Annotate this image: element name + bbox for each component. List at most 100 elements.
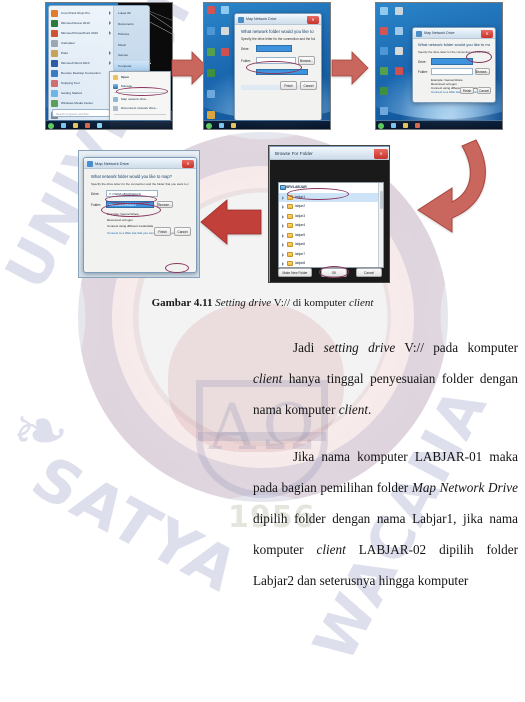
context-menu-item-open[interactable]: Open: [110, 73, 170, 82]
desktop-icon[interactable]: [221, 48, 229, 56]
drive-select[interactable]: V: (\\SRVLABJAR\labjar1): [106, 190, 158, 197]
tree-row-root[interactable]: SRVLABJAR: [279, 183, 383, 193]
tree-row[interactable]: labjar2: [279, 202, 383, 212]
taskbar-icon[interactable]: [97, 123, 102, 128]
desktop-icon[interactable]: [380, 27, 388, 35]
finish-button[interactable]: Finish: [154, 227, 171, 236]
drive-select[interactable]: [431, 58, 473, 65]
taskbar-icon[interactable]: [61, 123, 66, 128]
taskbar-icon[interactable]: [391, 123, 396, 128]
cancel-button[interactable]: Cancel: [300, 81, 317, 90]
start-menu-search-input[interactable]: Search programs and files: [52, 109, 110, 117]
taskbar-icon[interactable]: [231, 123, 236, 128]
expand-arrow-icon[interactable]: [281, 252, 284, 257]
finish-button[interactable]: Finish: [280, 81, 297, 90]
cancel-button[interactable]: Cancel: [477, 87, 491, 94]
start-menu-item[interactable]: Microsoft PowerPoint 2010: [49, 28, 113, 38]
map-network-drive-window[interactable]: Map Network Drive ✕ What network folder …: [234, 13, 322, 121]
taskbar-icon[interactable]: [415, 123, 420, 128]
taskbar[interactable]: [376, 120, 502, 129]
browse-button[interactable]: Browse...: [474, 68, 490, 75]
desktop-icon[interactable]: [207, 90, 215, 98]
expand-arrow-icon[interactable]: [281, 214, 284, 219]
desktop-icon[interactable]: [395, 67, 403, 75]
desktop-icon[interactable]: [380, 87, 388, 95]
desktop-icon[interactable]: [380, 47, 388, 55]
desktop-icon[interactable]: [221, 6, 229, 14]
window-titlebar[interactable]: Browse For Folder ✕: [270, 147, 389, 160]
start-menu-item[interactable]: Corel Paint Shop Pro: [49, 8, 113, 18]
tree-row[interactable]: labjar6: [279, 240, 383, 250]
cancel-button[interactable]: Cancel: [356, 268, 382, 277]
window-titlebar[interactable]: Map Network Drive ✕: [84, 158, 196, 169]
ok-button[interactable]: OK: [321, 268, 347, 277]
expand-arrow-icon[interactable]: [281, 233, 284, 238]
finish-button[interactable]: Finish: [460, 87, 474, 94]
tree-row[interactable]: labjar5: [279, 231, 383, 241]
desktop-icon[interactable]: [221, 27, 229, 35]
start-menu-item[interactable]: Getting Started: [49, 88, 113, 98]
taskbar-icon[interactable]: [403, 123, 408, 128]
desktop-icon[interactable]: [380, 67, 388, 75]
start-menu-item[interactable]: Microsoft Word 2010: [49, 58, 113, 68]
desktop-icon[interactable]: [395, 27, 403, 35]
context-menu-item-manage[interactable]: Manage: [110, 82, 170, 91]
start-menu-programs-list[interactable]: Corel Paint Shop Pro Microsoft Excel 201…: [49, 6, 113, 120]
tree-row[interactable]: labjar1: [279, 192, 383, 202]
close-icon[interactable]: ✕: [182, 159, 194, 168]
close-icon[interactable]: ✕: [307, 15, 319, 24]
start-orb-icon[interactable]: [378, 123, 384, 129]
desktop-icon[interactable]: [380, 7, 388, 15]
desktop-icon[interactable]: [207, 48, 215, 56]
folder-combobox[interactable]: [430, 68, 473, 75]
folder-dropdown-selected-option[interactable]: [256, 69, 308, 75]
context-menu-item-map-network-drive[interactable]: Map network drive...: [110, 95, 170, 104]
map-network-drive-window[interactable]: Map Network Drive ✕ What network folder …: [412, 27, 496, 103]
tree-scrollbar[interactable]: [378, 183, 383, 267]
taskbar-icon[interactable]: [219, 123, 224, 128]
reconnect-checkbox[interactable]: Reconnect at logon: [107, 218, 189, 222]
browse-button[interactable]: Browse...: [298, 56, 315, 65]
start-menu-place[interactable]: Music: [114, 40, 149, 51]
browse-button[interactable]: Browse...: [157, 201, 173, 208]
start-orb-icon[interactable]: [48, 123, 54, 129]
expand-arrow-icon[interactable]: [281, 205, 284, 209]
tree-row[interactable]: labjar8: [279, 259, 383, 267]
tree-row[interactable]: labjar3: [279, 212, 383, 222]
cancel-button[interactable]: Cancel: [174, 227, 191, 236]
start-menu-place[interactable]: Documents: [114, 19, 149, 30]
taskbar[interactable]: [46, 120, 172, 129]
expand-arrow-icon[interactable]: [281, 195, 284, 200]
start-orb-icon[interactable]: [206, 123, 212, 129]
expand-arrow-icon[interactable]: [281, 224, 284, 228]
context-menu-item-disconnect-network-drive[interactable]: Disconnect network drive...: [110, 104, 170, 113]
close-icon[interactable]: ✕: [481, 29, 493, 38]
start-menu-item[interactable]: Calculator: [49, 38, 113, 48]
start-menu-place-computer[interactable]: Computer: [114, 60, 149, 71]
scrollbar-thumb[interactable]: [379, 191, 383, 209]
drive-select[interactable]: [256, 45, 292, 52]
window-titlebar[interactable]: Map Network Drive ✕: [413, 28, 495, 39]
start-menu-item[interactable]: Microsoft Excel 2010: [49, 18, 113, 28]
desktop-icon[interactable]: [395, 7, 403, 15]
folder-combobox[interactable]: \\SRVLABJAR\labjar1: [106, 201, 154, 208]
taskbar-icon[interactable]: [85, 123, 90, 128]
start-menu-item[interactable]: Snipping Tool: [49, 78, 113, 88]
desktop-icon[interactable]: [207, 111, 215, 119]
tree-row[interactable]: labjar4: [279, 221, 383, 231]
desktop-icon[interactable]: [207, 6, 215, 14]
folder-tree[interactable]: SRVLABJAR labjar1 labjar2 labjar3 labjar…: [278, 182, 384, 268]
make-new-folder-button[interactable]: Make New Folder: [278, 268, 312, 277]
expand-arrow-icon[interactable]: [281, 243, 284, 247]
start-menu-place[interactable]: Games: [114, 50, 149, 61]
desktop-icon[interactable]: [380, 107, 388, 115]
expand-arrow-icon[interactable]: [281, 262, 284, 266]
window-titlebar[interactable]: Map Network Drive ✕: [235, 14, 321, 25]
start-menu-place[interactable]: Pictures: [114, 29, 149, 40]
close-icon[interactable]: ✕: [374, 148, 388, 159]
start-menu-item[interactable]: Windows Media Center: [49, 98, 113, 108]
desktop-icon[interactable]: [395, 47, 403, 55]
browse-for-folder-window[interactable]: Browse For Folder ✕ SRVLABJAR labjar1 la…: [269, 146, 389, 282]
start-menu-place[interactable]: Lukas Wi: [114, 8, 149, 19]
desktop-icon[interactable]: [207, 27, 215, 35]
